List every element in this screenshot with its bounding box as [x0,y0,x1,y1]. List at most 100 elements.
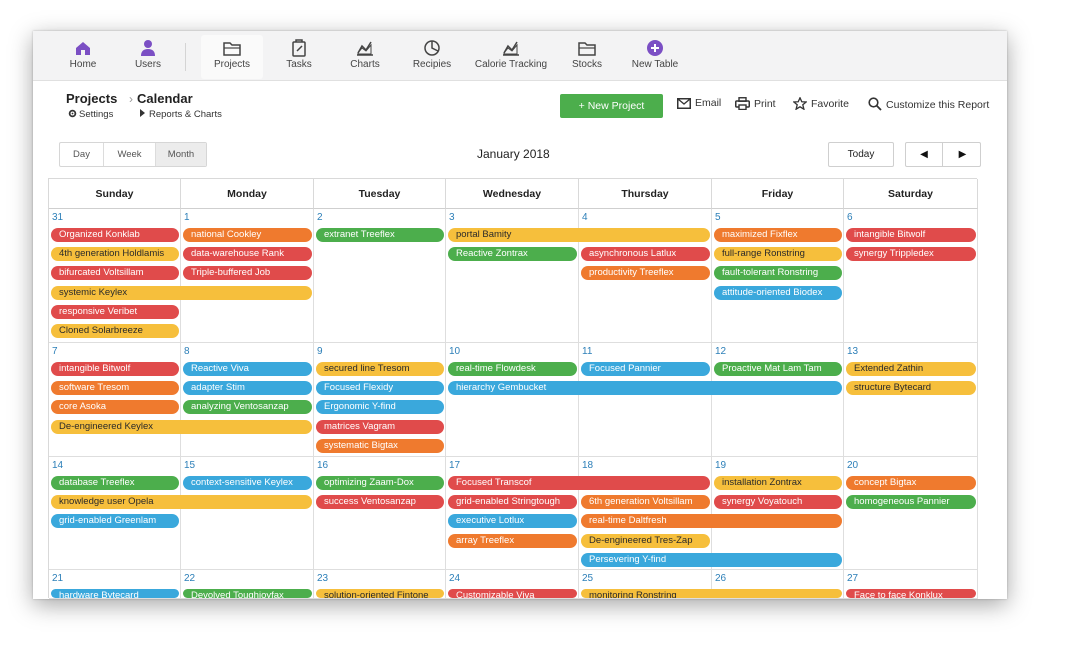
print-button[interactable]: Print [735,97,776,111]
calendar-event[interactable]: attitude-oriented Biodex [714,285,842,300]
day-cell[interactable] [844,343,978,457]
day-cell[interactable] [712,343,844,457]
calendar-event[interactable]: productivity Treeflex [581,266,710,281]
calendar-event[interactable]: analyzing Ventosanzap [183,400,312,415]
customize-label: Customize this Report [886,99,990,111]
day-number: 14 [52,460,64,471]
nav-new-table[interactable]: New Table [627,35,683,79]
calendar-event[interactable]: extranet Treeflex [316,228,444,242]
next-month-button[interactable]: ▶ [944,143,981,166]
calendar-event[interactable]: 4th generation Holdlamis [51,247,179,262]
calendar-event[interactable]: synergy Trippledex [846,247,976,262]
calendar-event[interactable]: intangible Bitwolf [846,228,976,242]
calendar-event[interactable]: De-engineered Keylex [51,419,312,434]
calendar-event[interactable]: context-sensitive Keylex [183,476,312,490]
calendar-event[interactable]: responsive Veribet [51,304,179,319]
calendar-event[interactable]: installation Zontrax [714,476,842,490]
calendar-event[interactable]: hierarchy Gembucket [448,381,842,396]
calendar-event[interactable]: Proactive Mat Lam Tam [714,362,842,376]
calendar-event[interactable]: intangible Bitwolf [51,362,179,376]
calendar-event[interactable]: array Treeflex [448,533,577,548]
calendar-event[interactable]: maximized Fixflex [714,228,842,242]
nav-calorie-tracking[interactable]: Calorie Tracking [471,35,551,79]
calendar-event[interactable]: Ergonomic Y-find [316,400,444,415]
day-cell[interactable] [844,457,978,570]
calendar-event[interactable]: De-engineered Tres-Zap [581,533,710,548]
calendar-event[interactable]: portal Bamity [448,228,710,242]
nav-users[interactable]: Users [123,35,173,79]
reports-link[interactable]: Reports & Charts [139,109,222,120]
calendar-event[interactable]: grid-enabled Stringtough [448,495,577,510]
calendar-event[interactable]: real-time Daltfresh [581,514,842,529]
calendar-event[interactable]: data-warehouse Rank [183,247,312,262]
calendar-event[interactable]: bifurcated Voltsillam [51,266,179,281]
day-cell[interactable] [579,343,712,457]
view-week-button[interactable]: Week [104,143,156,166]
calendar-event[interactable]: Devolved Toughjoyfax [183,589,312,598]
calendar-event[interactable]: systematic Bigtax [316,438,444,453]
today-button[interactable]: Today [828,142,894,167]
calendar-event[interactable]: Focused Transcof [448,476,710,490]
calendar-event[interactable]: grid-enabled Greenlam [51,514,179,529]
calendar-event[interactable]: Face to face Konklux [846,589,976,598]
calendar-event[interactable]: Extended Zathin [846,362,976,376]
calendar-event[interactable]: success Ventosanzap [316,495,444,510]
calendar-event[interactable]: national Cookley [183,228,312,242]
calendar-event[interactable]: Cloned Solarbreeze [51,324,179,338]
prev-month-button[interactable]: ◀ [906,143,943,166]
nav-recipies[interactable]: Recipies [406,35,458,79]
customize-report-button[interactable]: Customize this Report [868,97,989,111]
favorite-button[interactable]: Favorite [792,96,849,111]
nav-home[interactable]: Home [57,35,109,79]
calendar-event[interactable]: Reactive Zontrax [448,247,577,262]
calendar-event[interactable]: executive Lotlux [448,514,577,529]
calendar-event[interactable]: synergy Voyatouch [714,495,842,510]
calendar-event[interactable]: full-range Ronstring [714,247,842,262]
folder-icon [223,42,241,56]
calendar-event[interactable]: 6th generation Voltsillam [581,495,710,510]
day-cell[interactable] [314,457,446,570]
calendar-event[interactable]: software Tresom [51,381,179,396]
calendar-event[interactable]: concept Bigtax [846,476,976,490]
calendar-event[interactable]: database Treeflex [51,476,179,490]
calendar-event[interactable]: knowledge user Opela [51,495,312,510]
calendar-event[interactable]: structure Bytecard [846,381,976,396]
view-month-button[interactable]: Month [156,143,206,166]
breadcrumb-projects[interactable]: Projects [66,91,117,106]
calendar-event[interactable]: asynchronous Latlux [581,247,710,262]
calendar-event[interactable]: Customizable Viva [448,589,577,598]
calendar-event[interactable]: Reactive Viva [183,362,312,376]
calendar-event[interactable]: systemic Keylex [51,285,312,300]
calendar-event[interactable]: solution-oriented Fintone [316,589,444,598]
day-cell[interactable] [446,343,579,457]
calendar-event[interactable]: monitoring Ronstring [581,589,842,598]
settings-link[interactable]: Settings [68,109,113,120]
calendar-event[interactable]: Organized Konklab [51,228,179,242]
calendar-event[interactable]: matrices Vagram [316,419,444,434]
new-project-button[interactable]: + New Project [560,94,663,118]
nav-charts[interactable]: Charts [339,35,391,79]
calendar-event[interactable]: adapter Stim [183,381,312,396]
day-number: 31 [52,212,64,223]
calendar-event[interactable]: homogeneous Pannier [846,495,976,510]
nav-stocks[interactable]: Stocks [563,35,611,79]
day-cell[interactable] [181,457,314,570]
calendar-event[interactable]: Focused Flexidy [316,381,444,396]
view-day-button[interactable]: Day [60,143,104,166]
nav-tasks[interactable]: Tasks [274,35,324,79]
calendar-event[interactable]: optimizing Zaam-Dox [316,476,444,490]
day-number: 26 [715,573,727,584]
calendar-event[interactable]: Triple-buffered Job [183,266,312,281]
calendar-event[interactable]: Persevering Y-find [581,552,842,567]
calendar-event[interactable]: hardware Bytecard [51,589,179,598]
calendar-event[interactable]: real-time Flowdesk [448,362,577,376]
calendar-event[interactable]: core Asoka [51,400,179,415]
day-number: 2 [317,212,323,223]
calendar-event[interactable]: Focused Pannier [581,362,710,376]
month-navigation: ◀ ▶ [905,142,981,167]
nav-projects[interactable]: Projects [201,35,263,79]
email-button[interactable]: Email [677,97,721,109]
calendar-event[interactable]: secured line Tresom [316,362,444,376]
day-number: 3 [449,212,455,223]
calendar-event[interactable]: fault-tolerant Ronstring [714,266,842,281]
